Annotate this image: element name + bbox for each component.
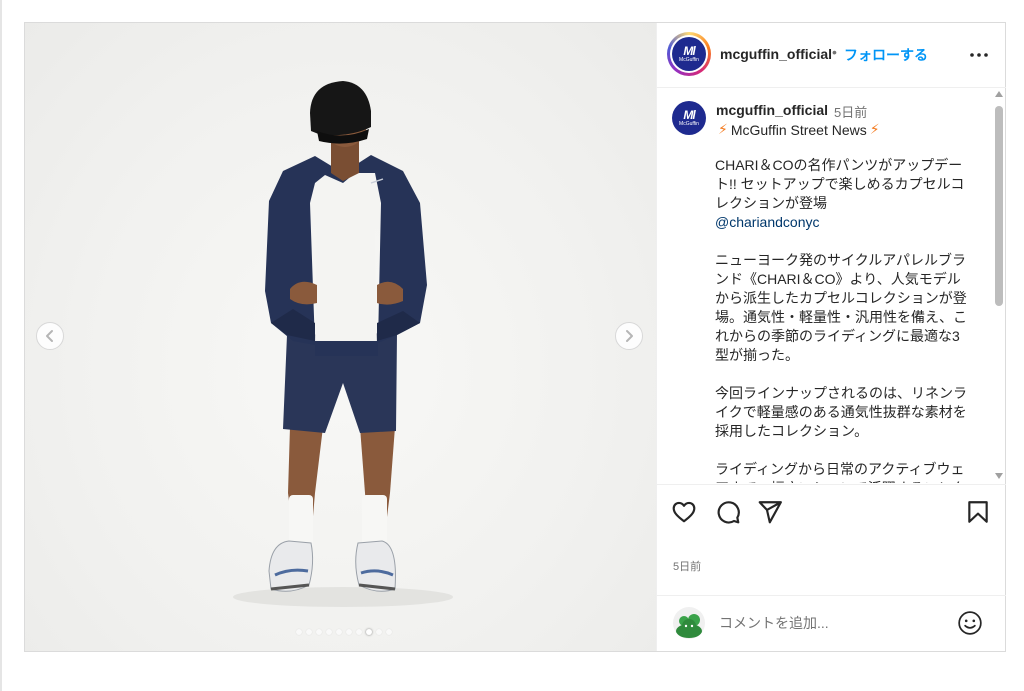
follow-button[interactable]: フォローする xyxy=(844,45,928,65)
save-button[interactable] xyxy=(965,499,991,525)
carousel-dot xyxy=(296,629,302,635)
more-options-button[interactable] xyxy=(967,43,991,67)
emoji-button[interactable] xyxy=(957,610,983,636)
account-avatar[interactable]: Ml McGuffin xyxy=(667,32,711,76)
carousel-prev-button[interactable] xyxy=(36,322,64,350)
carousel-dot xyxy=(326,629,332,635)
carousel-dot xyxy=(366,629,372,635)
carousel-dot xyxy=(376,629,382,635)
heart-icon xyxy=(672,501,696,523)
mention-link[interactable]: @chariandconyc xyxy=(715,213,971,232)
caption-subtitle: ⚡ McGuffin Street News ⚡ xyxy=(718,121,880,138)
post-sidebar: Ml McGuffin mcguffin_official • フォローする M… xyxy=(656,23,1006,651)
user-avatar xyxy=(673,607,705,639)
post-dialog: Ml McGuffin mcguffin_official • フォローする M… xyxy=(24,22,1006,652)
scroll-up-arrow[interactable] xyxy=(995,91,1003,97)
post-media[interactable] xyxy=(25,23,656,651)
caption-scroll-area[interactable]: Ml McGuffin mcguffin_official 5日前 ⚡ McGu… xyxy=(657,88,1006,483)
caption-subtitle-text: McGuffin Street News xyxy=(730,121,867,138)
carousel-indicator xyxy=(296,629,392,635)
caption-paragraph: ニューヨーク発のサイクルアパレルブランド《CHARI＆CO》より、人気モデルから… xyxy=(715,252,967,363)
carousel-dot xyxy=(336,629,342,635)
comment-input[interactable] xyxy=(719,611,939,635)
caption-scrollbar[interactable] xyxy=(993,88,1005,483)
caption-paragraph: CHARI＆COの名作パンツがアップデート!! セットアップで楽しめるカプセルコ… xyxy=(715,157,965,211)
carousel-dot xyxy=(316,629,322,635)
mcguffin-logo: Ml McGuffin xyxy=(672,37,706,71)
post-photo xyxy=(233,81,453,607)
scroll-down-arrow[interactable] xyxy=(995,473,1003,479)
comment-bar xyxy=(657,595,1006,652)
carousel-next-button[interactable] xyxy=(615,322,643,350)
lightning-icon: ⚡ xyxy=(869,121,880,137)
carousel-dot xyxy=(346,629,352,635)
more-icon xyxy=(970,53,988,57)
like-button[interactable] xyxy=(671,499,697,525)
window-edge xyxy=(0,0,2,691)
post-header: Ml McGuffin mcguffin_official • フォローする xyxy=(657,23,1006,88)
share-icon xyxy=(758,501,782,524)
post-timestamp[interactable]: 5日前 xyxy=(673,558,701,574)
chevron-left-icon xyxy=(46,330,53,342)
carousel-dot xyxy=(386,629,392,635)
carousel-dot xyxy=(356,629,362,635)
comment-icon xyxy=(717,501,740,524)
emoji-icon xyxy=(958,611,982,635)
scrollbar-thumb[interactable] xyxy=(995,106,1003,306)
caption-paragraph: ライディングから日常のアクティブウェアまで、幅広いシーンで活躍するコレクション。 xyxy=(715,461,966,483)
carousel-dot xyxy=(306,629,312,635)
caption-paragraph: 今回ラインナップされるのは、リネンライクで軽量感のある通気性抜群な素材を採用した… xyxy=(715,385,967,439)
bookmark-icon xyxy=(968,501,988,523)
caption-time[interactable]: 5日前 xyxy=(834,102,867,121)
caption-avatar[interactable]: Ml McGuffin xyxy=(672,101,706,135)
header-separator: • xyxy=(832,44,837,60)
caption-username[interactable]: mcguffin_official xyxy=(716,102,828,118)
comment-button[interactable] xyxy=(715,499,741,525)
caption-body: CHARI＆COの名作パンツがアップデート!! セットアップで楽しめるカプセルコ… xyxy=(715,156,971,483)
lightning-icon: ⚡ xyxy=(718,121,728,137)
chevron-right-icon xyxy=(626,330,633,342)
header-username[interactable]: mcguffin_official xyxy=(720,46,832,62)
share-button[interactable] xyxy=(757,499,783,525)
action-bar xyxy=(657,484,1006,537)
